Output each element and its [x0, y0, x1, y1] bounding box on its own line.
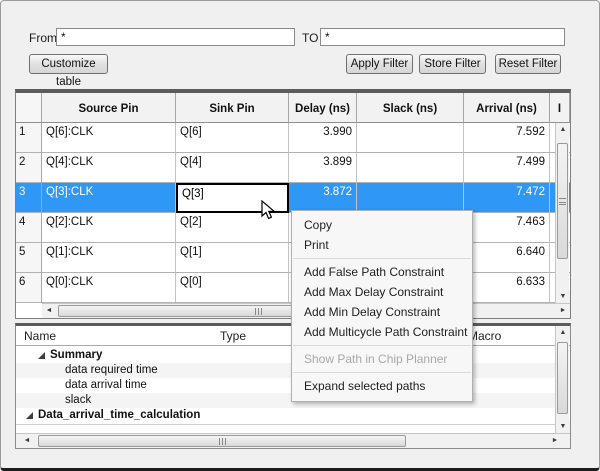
menu-separator — [293, 372, 471, 373]
details-hscroll-thumb[interactable] — [38, 435, 406, 447]
row-number: 2 — [16, 153, 42, 183]
scroll-right-icon[interactable]: ► — [548, 434, 562, 448]
thumb-grip-icon — [559, 198, 566, 205]
arrival-cell[interactable]: 7.592 — [464, 123, 550, 153]
column-header-source-pin[interactable]: Source Pin — [42, 93, 176, 123]
column-header-clipped[interactable]: I — [550, 93, 570, 123]
column-header-arrival[interactable]: Arrival (ns) — [464, 93, 550, 123]
source-pin-cell[interactable]: Q[1]:CLK — [42, 243, 176, 273]
table-row[interactable]: 2 Q[4]:CLK Q[4] 3.899 7.499 — [16, 153, 570, 183]
scroll-up-icon[interactable]: ▲ — [556, 123, 570, 137]
tree-item-data-arrival-time[interactable]: data arrival time — [16, 378, 556, 393]
table-header-row: Source Pin Sink Pin Delay (ns) Slack (ns… — [16, 93, 570, 123]
scroll-down-icon[interactable]: ▼ — [556, 290, 570, 304]
column-header-delay[interactable]: Delay (ns) — [289, 93, 357, 123]
table-row-selected[interactable]: 3 Q[3]:CLK Q[3] 3.872 7.472 — [16, 183, 570, 213]
slack-cell[interactable] — [357, 123, 464, 153]
context-menu: Copy Print Add False Path Constraint Add… — [291, 210, 473, 402]
tree-item-label: data required time — [65, 364, 158, 376]
row-number: 6 — [16, 273, 42, 303]
table-vscroll-thumb[interactable] — [557, 143, 568, 259]
menu-item-add-false-path-constraint[interactable]: Add False Path Constraint — [292, 262, 472, 282]
menu-item-add-max-delay-constraint[interactable]: Add Max Delay Constraint — [292, 282, 472, 302]
tree-item-label: data arrival time — [65, 379, 147, 391]
row-number: 3 — [16, 183, 42, 213]
sink-pin-cell[interactable]: Q[4] — [176, 153, 289, 183]
column-header-rownum[interactable] — [16, 93, 42, 123]
menu-item-print[interactable]: Print — [292, 235, 472, 255]
menu-item-copy[interactable]: Copy — [292, 215, 472, 235]
details-vscroll-thumb[interactable] — [557, 342, 568, 414]
menu-item-add-multicycle-path-constraint[interactable]: Add Multicycle Path Constraint — [292, 322, 472, 342]
arrival-cell[interactable]: 7.472 — [464, 183, 550, 213]
details-horizontal-scrollbar[interactable]: ◄ ► — [16, 433, 570, 448]
tree-item-label: Summary — [50, 349, 102, 361]
tree-item-data-arrival-time-calculation[interactable]: Data_arrival_time_calculation — [16, 408, 556, 425]
expander-icon[interactable] — [38, 352, 45, 359]
delay-cell[interactable]: 3.899 — [289, 153, 357, 183]
thumb-grip-icon — [219, 438, 226, 445]
menu-item-add-min-delay-constraint[interactable]: Add Min Delay Constraint — [292, 302, 472, 322]
sink-pin-cell[interactable]: Q[1] — [176, 243, 289, 273]
timing-analyzer-window: From TO Customize table Apply Filter Sto… — [0, 0, 600, 471]
arrival-cell[interactable]: 6.640 — [464, 243, 550, 273]
delay-cell[interactable]: 3.990 — [289, 123, 357, 153]
details-vertical-scrollbar[interactable]: ▲ ▼ — [555, 326, 569, 434]
scroll-right-icon[interactable]: ► — [556, 304, 570, 318]
tree-item-label: slack — [65, 394, 91, 406]
source-pin-cell[interactable]: Q[4]:CLK — [42, 153, 176, 183]
scroll-up-icon[interactable]: ▲ — [556, 326, 570, 340]
to-label: TO — [302, 31, 318, 45]
scroll-down-icon[interactable]: ▼ — [556, 420, 570, 434]
arrival-cell[interactable]: 6.633 — [464, 273, 550, 303]
slack-cell[interactable] — [357, 183, 464, 213]
customize-table-button[interactable]: Customize table — [29, 54, 108, 74]
sink-pin-cell[interactable]: Q[6] — [176, 123, 289, 153]
menu-item-show-path-in-chip-planner: Show Path in Chip Planner — [292, 349, 472, 369]
table-row[interactable]: 1 Q[6]:CLK Q[6] 3.990 7.592 — [16, 123, 570, 153]
menu-separator — [293, 345, 471, 346]
source-pin-cell[interactable]: Q[2]:CLK — [42, 213, 176, 243]
thumb-grip-icon — [255, 308, 262, 315]
column-header-sink-pin[interactable]: Sink Pin — [176, 93, 289, 123]
slack-cell[interactable] — [357, 153, 464, 183]
expander-icon[interactable] — [26, 412, 33, 419]
details-column-type[interactable]: Type — [220, 329, 246, 343]
delay-cell[interactable]: 3.872 — [289, 183, 357, 213]
tree-item-summary[interactable]: Summary — [16, 348, 556, 363]
scroll-left-icon[interactable]: ◄ — [20, 434, 34, 448]
apply-filter-button[interactable]: Apply Filter — [346, 54, 413, 74]
arrival-cell[interactable]: 7.499 — [464, 153, 550, 183]
to-input[interactable] — [320, 28, 565, 46]
source-pin-cell[interactable]: Q[3]:CLK — [42, 183, 176, 213]
row-number: 5 — [16, 243, 42, 273]
store-filter-button[interactable]: Store Filter — [419, 54, 486, 74]
details-column-macro[interactable]: Macro — [468, 329, 501, 343]
menu-item-expand-selected-paths[interactable]: Expand selected paths — [292, 376, 472, 396]
from-input[interactable] — [56, 28, 295, 46]
table-vertical-scrollbar[interactable]: ▲ ▼ — [555, 123, 569, 304]
row-number: 1 — [16, 123, 42, 153]
source-pin-cell[interactable]: Q[0]:CLK — [42, 273, 176, 303]
row-number: 4 — [16, 213, 42, 243]
source-pin-cell[interactable]: Q[6]:CLK — [42, 123, 176, 153]
details-column-name[interactable]: Name — [24, 329, 56, 343]
reset-filter-button[interactable]: Reset Filter — [495, 54, 561, 74]
scroll-left-icon[interactable]: ◄ — [42, 304, 56, 318]
tree-item-data-required-time[interactable]: data required time — [16, 363, 556, 378]
sink-pin-cell[interactable]: Q[0] — [176, 273, 289, 303]
tree-item-slack[interactable]: slack — [16, 393, 556, 408]
arrival-cell[interactable]: 7.463 — [464, 213, 550, 243]
mouse-cursor-icon — [261, 200, 277, 222]
from-label: From — [29, 31, 57, 45]
column-header-slack[interactable]: Slack (ns) — [357, 93, 464, 123]
tree-item-label: Data_arrival_time_calculation — [38, 409, 200, 421]
menu-separator — [293, 258, 471, 259]
